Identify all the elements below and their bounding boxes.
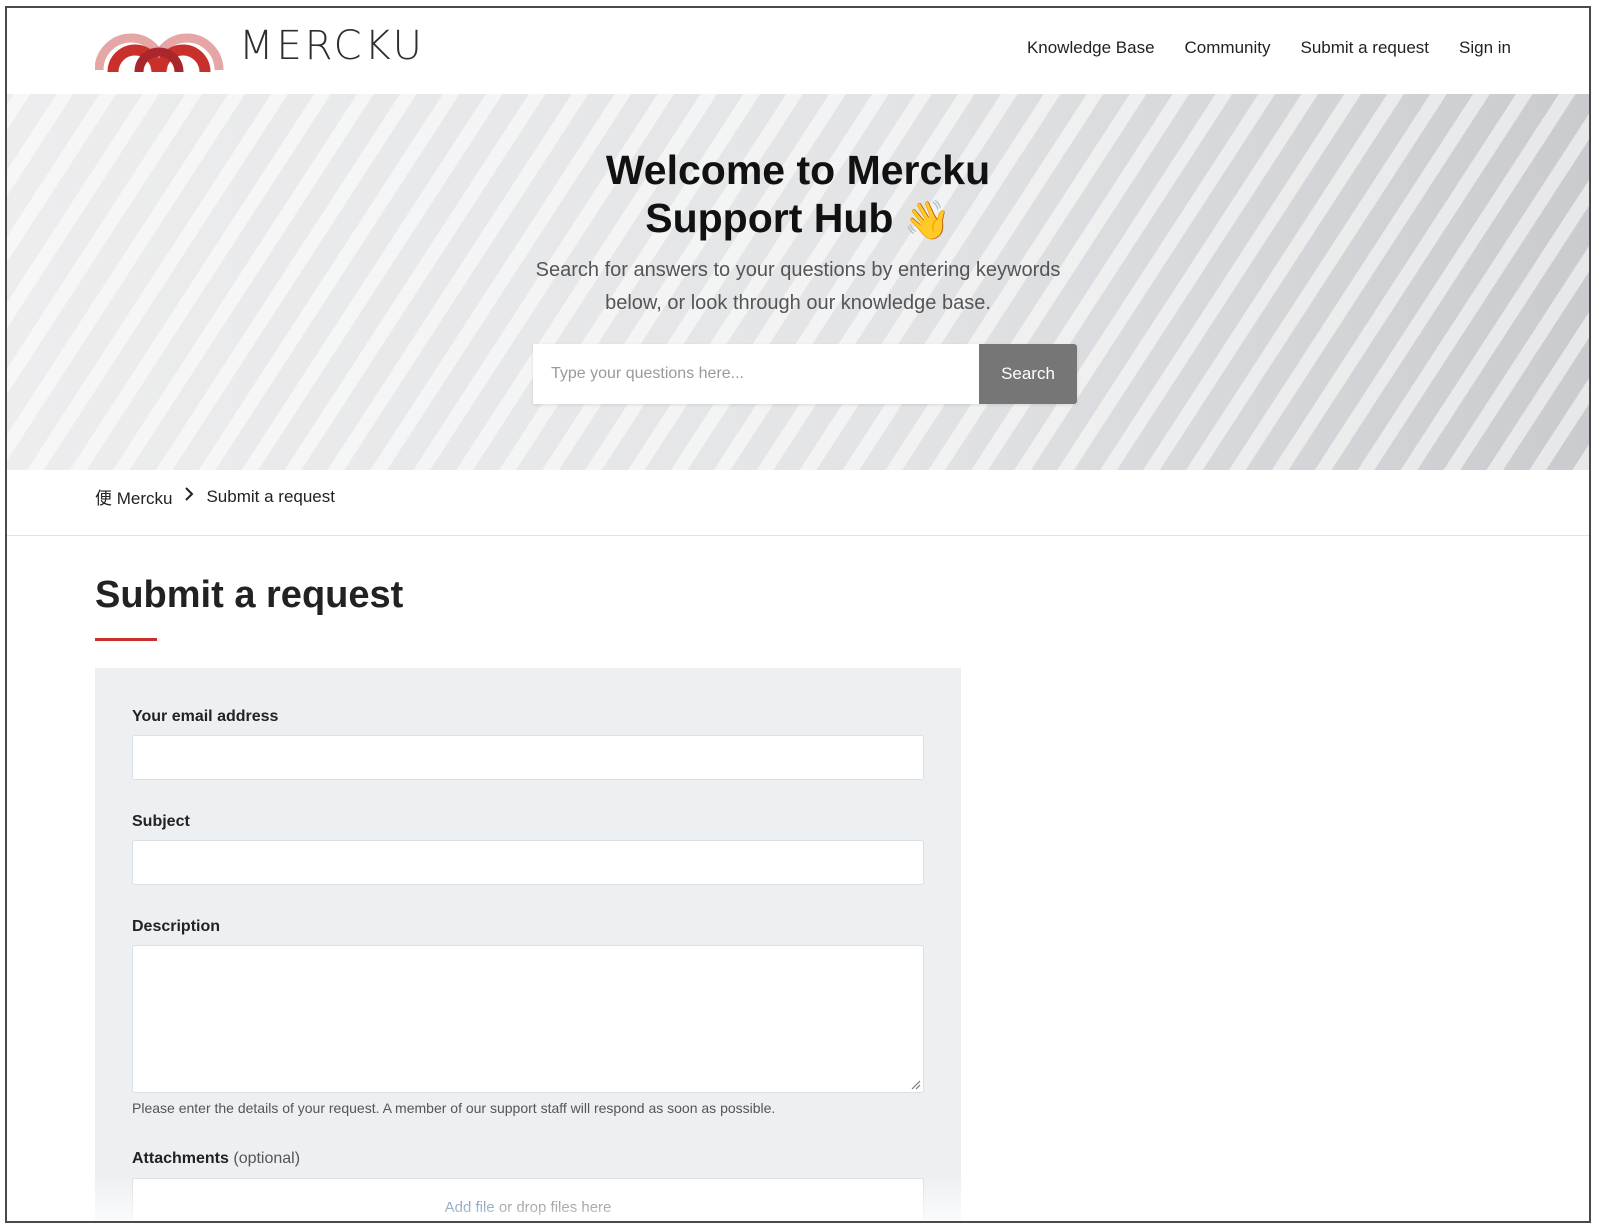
- search-button[interactable]: Search: [979, 344, 1077, 404]
- nav-community[interactable]: Community: [1185, 38, 1271, 58]
- nav-knowledge-base[interactable]: Knowledge Base: [1027, 38, 1155, 58]
- mercku-logo-icon: [95, 33, 224, 72]
- chevron-right-icon: [184, 487, 194, 506]
- attachments-label-text: Attachments: [132, 1150, 229, 1167]
- nav-sign-in[interactable]: Sign in: [1459, 38, 1511, 58]
- nav-submit-request[interactable]: Submit a request: [1301, 38, 1430, 58]
- title-accent-underline: [95, 638, 157, 641]
- description-help-text: Please enter the details of your request…: [132, 1100, 776, 1116]
- hero-title: Welcome to Mercku Support Hub 👋: [7, 146, 1589, 245]
- attachments-label: Attachments (optional): [132, 1150, 300, 1168]
- attachments-optional-hint: (optional): [233, 1150, 301, 1167]
- site-logo[interactable]: MERCKU: [95, 20, 425, 72]
- add-file-link[interactable]: Add file: [445, 1199, 495, 1216]
- email-label: Your email address: [132, 708, 279, 725]
- hero-subtitle-line2: below, or look through our knowledge bas…: [605, 292, 991, 314]
- search-input[interactable]: [533, 344, 979, 404]
- breadcrumb-current: Submit a request: [206, 486, 335, 506]
- request-form: Your email address Subject Description P…: [95, 668, 961, 1221]
- page-title: Submit a request: [95, 574, 404, 616]
- drop-files-text: or drop files here: [498, 1199, 612, 1216]
- top-nav: Knowledge Base Community Submit a reques…: [1027, 38, 1511, 58]
- hero-title-line1: Welcome to Mercku: [605, 147, 991, 193]
- search-bar: Search: [533, 344, 1077, 404]
- waving-hand-icon: 👋: [903, 200, 951, 243]
- browser-page: MERCKU Knowledge Base Community Submit a…: [5, 6, 1591, 1223]
- logo-text: MERCKU: [239, 23, 425, 69]
- hero-subtitle: Search for answers to your questions by …: [7, 254, 1589, 320]
- hero-title-line2: Support Hub: [645, 195, 894, 241]
- description-label: Description: [132, 918, 221, 935]
- email-field[interactable]: [132, 735, 924, 780]
- hero-banner: Welcome to Mercku Support Hub 👋 Search fo…: [7, 94, 1589, 470]
- breadcrumb: 便 Mercku Submit a request: [95, 484, 335, 509]
- breadcrumb-divider: [7, 535, 1589, 536]
- resize-handle-icon[interactable]: [909, 1078, 921, 1090]
- hero-title-line2-wrap: Support Hub 👋: [7, 194, 1589, 245]
- subject-label: Subject: [132, 813, 190, 830]
- attachments-dropzone[interactable]: Add file or drop files here: [132, 1178, 924, 1221]
- breadcrumb-home[interactable]: 便 Mercku: [95, 484, 172, 509]
- subject-field[interactable]: [132, 840, 924, 885]
- description-textarea[interactable]: [132, 945, 924, 1093]
- hero-subtitle-line1: Search for answers to your questions by …: [535, 259, 1061, 281]
- site-header: MERCKU Knowledge Base Community Submit a…: [7, 8, 1589, 94]
